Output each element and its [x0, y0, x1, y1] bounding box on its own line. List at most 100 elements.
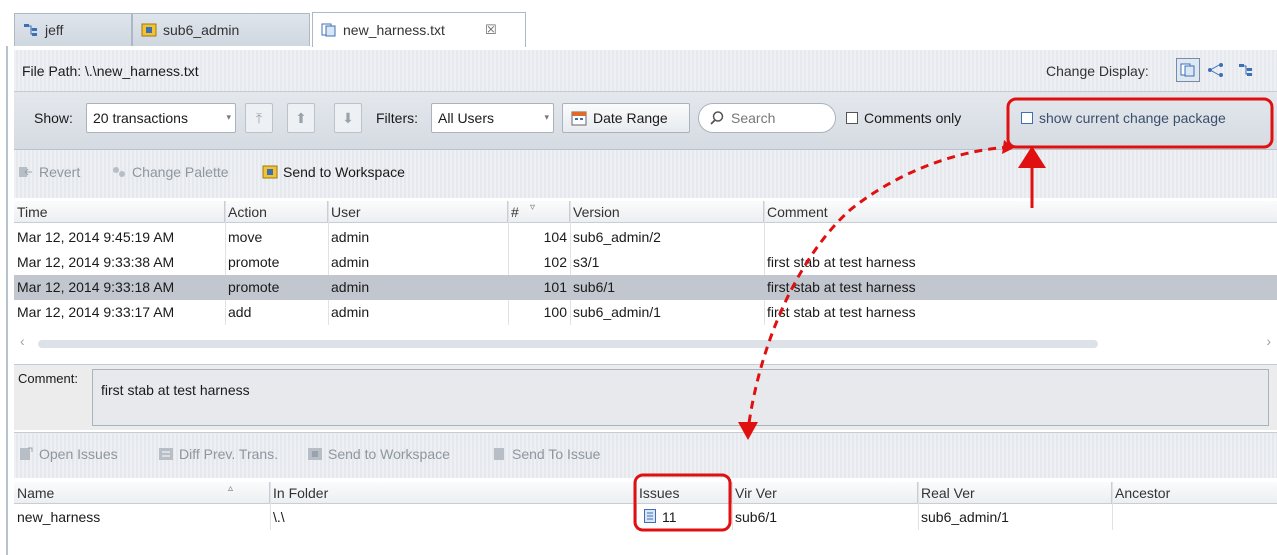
calendar-icon — [571, 110, 587, 126]
show-label: Show: — [34, 110, 73, 126]
comments-only-label: Comments only — [864, 110, 962, 126]
cell-comment: first stab at test harness — [767, 254, 916, 270]
history-table-header: Time Action User # ▿ Version Comment — [14, 201, 1277, 223]
next-page-button[interactable]: ⬇ — [334, 103, 362, 133]
filters-dropdown[interactable]: All Users ▾ — [431, 103, 554, 133]
table-row[interactable]: new_harness \.\ 11 sub6/1 sub6_admin/1 — [14, 505, 1277, 530]
tab-label: sub6_admin — [163, 22, 240, 38]
cell-number: 102 — [543, 254, 567, 270]
tab-sub6-admin[interactable]: sub6_admin — [132, 13, 310, 46]
column-header-issues[interactable]: Issues — [636, 482, 732, 504]
file-history-icon — [321, 23, 337, 37]
filters-value: All Users — [438, 110, 495, 126]
column-header-number-label: # — [511, 204, 519, 220]
scroll-left-icon[interactable]: ‹ — [20, 333, 25, 349]
diff-prev-trans-button[interactable]: Diff Prev. Trans. — [158, 446, 278, 462]
cell-version: sub6_admin/2 — [573, 229, 661, 245]
open-issues-button[interactable]: Open Issues — [18, 446, 118, 462]
search-input[interactable]: Search — [698, 103, 836, 133]
cell-issues[interactable]: 11 — [636, 505, 732, 530]
date-range-button[interactable]: Date Range — [562, 103, 690, 133]
horizontal-scrollbar[interactable]: ‹ › — [14, 330, 1277, 356]
cell-time: Mar 12, 2014 9:33:18 AM — [17, 279, 175, 295]
table-row[interactable]: Mar 12, 2014 9:33:17 AM add admin 100 su… — [14, 300, 1277, 325]
cell-version: sub6/1 — [573, 279, 616, 295]
first-page-button[interactable]: ⤒ — [245, 103, 273, 133]
column-header-user[interactable]: User — [328, 201, 508, 223]
close-icon[interactable]: ☒ — [485, 22, 497, 38]
version-graph-icon[interactable] — [1204, 58, 1228, 82]
send-to-workspace-button[interactable]: Send to Workspace — [262, 164, 405, 180]
double-up-arrow-icon: ⤒ — [255, 109, 263, 126]
cell-number: 104 — [543, 229, 567, 245]
diff-prev-trans-label: Diff Prev. Trans. — [179, 446, 279, 462]
history-view-icon[interactable] — [1176, 58, 1200, 82]
column-header-version[interactable]: Version — [570, 201, 764, 223]
up-arrow-icon: ⬆ — [295, 109, 307, 126]
chevron-down-icon: ▾ — [226, 112, 231, 122]
cell-action: move — [228, 229, 263, 245]
stream-browser-icon[interactable] — [1234, 58, 1258, 82]
send-to-workspace-label: Send to Workspace — [283, 164, 405, 180]
cell-vir-ver: sub6/1 — [735, 509, 778, 525]
column-header-ancestor[interactable]: Ancestor — [1112, 482, 1277, 504]
stream-icon — [23, 23, 39, 37]
comments-only-checkbox[interactable]: Comments only — [846, 110, 961, 126]
column-header-vir-ver[interactable]: Vir Ver — [732, 482, 918, 504]
cell-action: promote — [228, 254, 280, 270]
show-change-package-label: show current change package — [1039, 110, 1226, 126]
cell-user: admin — [331, 254, 370, 270]
change-palette-label: Change Palette — [132, 164, 229, 180]
cell-user: admin — [331, 304, 370, 320]
tab-label: new_harness.txt — [343, 22, 445, 38]
send-to-issue-button[interactable]: Send To Issue — [491, 446, 600, 462]
history-table: Time Action User # ▿ Version Comment Mar… — [14, 201, 1277, 325]
checkbox-box — [846, 112, 858, 124]
column-header-real-ver[interactable]: Real Ver — [918, 482, 1112, 504]
cell-number: 100 — [543, 304, 567, 320]
cell-real-ver: sub6_admin/1 — [921, 509, 1009, 525]
column-header-name-label: Name — [17, 485, 55, 501]
column-header-comment[interactable]: Comment — [764, 201, 1277, 223]
date-range-label: Date Range — [593, 110, 668, 126]
column-header-number[interactable]: # ▿ — [508, 201, 570, 223]
cell-action: add — [228, 304, 252, 320]
column-divider — [918, 482, 919, 530]
open-issues-label: Open Issues — [39, 446, 118, 462]
column-divider — [270, 482, 271, 530]
cell-version: s3/1 — [573, 254, 600, 270]
cell-name: new_harness — [17, 509, 101, 525]
comment-label: Comment: — [18, 371, 78, 386]
element-table: Name ▵ In Folder Issues Vir Ver Real Ver… — [14, 482, 1277, 555]
column-header-name[interactable]: Name ▵ — [14, 482, 270, 504]
element-table-header: Name ▵ In Folder Issues Vir Ver Real Ver… — [14, 482, 1277, 504]
change-palette-button[interactable]: Change Palette — [111, 164, 229, 180]
file-path-label: File Path: \.\new_harness.txt — [22, 63, 199, 79]
comment-text: first stab at test harness — [101, 382, 250, 398]
scroll-right-icon[interactable]: › — [1266, 333, 1271, 349]
column-header-action[interactable]: Action — [225, 201, 328, 223]
cell-user: admin — [331, 229, 370, 245]
tab-jeff[interactable]: jeff — [14, 13, 132, 46]
revert-button[interactable]: Revert — [18, 164, 80, 180]
column-header-time[interactable]: Time — [14, 201, 225, 223]
scrollbar-thumb[interactable] — [38, 340, 1098, 348]
workspace-icon — [307, 447, 323, 461]
checkbox-box — [1021, 112, 1033, 124]
sort-descending-icon: ▿ — [530, 202, 536, 213]
table-row-selected[interactable]: Mar 12, 2014 9:33:18 AM promote admin 10… — [14, 275, 1277, 300]
show-change-package-checkbox[interactable]: show current change package — [1021, 110, 1226, 126]
cell-in-folder: \.\ — [273, 509, 285, 525]
table-row[interactable]: Mar 12, 2014 9:33:38 AM promote admin 10… — [14, 250, 1277, 275]
column-header-in-folder[interactable]: In Folder — [270, 482, 636, 504]
cell-time: Mar 12, 2014 9:33:17 AM — [17, 304, 175, 320]
tab-new-harness[interactable]: new_harness.txt ☒ — [312, 12, 526, 47]
show-transactions-dropdown[interactable]: 20 transactions ▾ — [86, 103, 236, 133]
send-to-workspace-disabled-button[interactable]: Send to Workspace — [307, 446, 450, 462]
comment-text-area[interactable]: first stab at test harness — [92, 369, 1269, 426]
table-row[interactable]: Mar 12, 2014 9:45:19 AM move admin 104 s… — [14, 225, 1277, 250]
revert-label: Revert — [39, 164, 81, 180]
cell-user: admin — [331, 279, 370, 295]
tab-label: jeff — [45, 22, 64, 38]
previous-page-button[interactable]: ⬆ — [287, 103, 315, 133]
